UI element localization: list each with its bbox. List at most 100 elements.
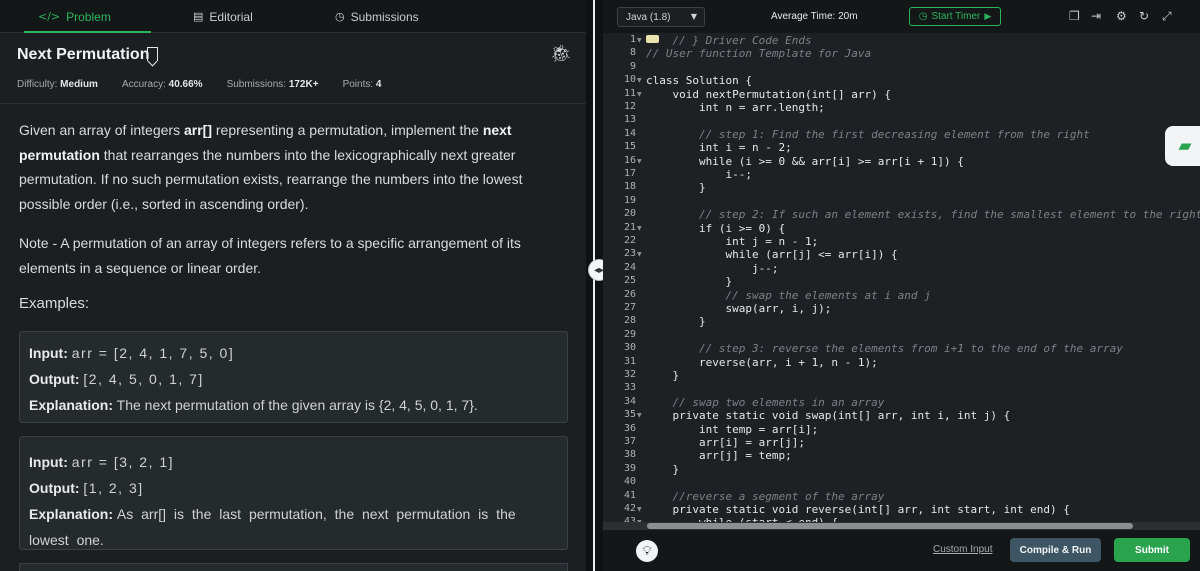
- divider: [0, 103, 586, 104]
- line-number: 33: [623, 382, 636, 394]
- panel-splitter[interactable]: [586, 0, 603, 571]
- submissions-count: Submissions: 172K+: [226, 79, 319, 90]
- line-number: 8: [629, 47, 636, 59]
- line-number: 23: [623, 248, 636, 260]
- line-number: 37: [623, 436, 636, 447]
- line-number: 24: [623, 261, 636, 273]
- line-number: 26: [623, 288, 636, 300]
- line-number: 19: [623, 194, 636, 206]
- line-number: 18: [623, 181, 636, 193]
- line-number: 25: [623, 275, 636, 287]
- lightbulb-icon[interactable]: 💡︎: [636, 540, 658, 562]
- code-line: // step 2: If such an element exists, fi…: [646, 208, 1200, 222]
- line-number: 10: [623, 74, 636, 86]
- line-number: 42: [623, 503, 636, 514]
- line-number: 36: [623, 422, 636, 434]
- horizontal-scrollbar[interactable]: [603, 522, 1200, 530]
- play-icon: ▶: [984, 11, 992, 22]
- document-icon: ▤: [193, 10, 204, 23]
- problem-meta: Difficulty: Medium Accuracy: 40.66% Subm…: [17, 79, 405, 90]
- page-title: Next Permutation: [17, 46, 150, 63]
- line-number: 21: [623, 221, 636, 233]
- chat-button[interactable]: ▰: [1165, 126, 1200, 166]
- line-number: 32: [623, 369, 636, 380]
- line-number: 40: [623, 476, 636, 488]
- export-icon[interactable]: ⇥: [1091, 9, 1101, 23]
- example-input: Input: arr = [2, 4, 1, 7, 5, 0]: [29, 345, 235, 361]
- compile-run-button[interactable]: Compile & Run: [1010, 538, 1101, 562]
- line-number: 28: [623, 315, 636, 327]
- fold-toggle-icon[interactable]: ▼: [637, 506, 642, 513]
- line-number: 27: [623, 302, 636, 313]
- examples-heading: Examples:: [19, 295, 90, 312]
- tab-label: Editorial: [209, 9, 253, 24]
- line-number: 20: [623, 208, 636, 220]
- line-number: 1: [629, 34, 636, 45]
- code-editor[interactable]: 1 ▼ 8 9 10 ▼ 11 ▼ 12 13 14 15 16 ▼ 17 18 19 20 21 ▼ 22 23 ▼ 24 2…: [603, 33, 1200, 523]
- code-line: // swap two elements in an array: [646, 395, 885, 409]
- line-number: 9: [629, 60, 636, 72]
- code-line: j--;: [646, 261, 779, 275]
- tab-editorial[interactable]: ▤ Editorial: [193, 0, 253, 33]
- code-line: i--;: [646, 168, 752, 181]
- code-line: void nextPermutation(int[] arr) {: [646, 87, 892, 101]
- example-output: Output: [1, 2, 3]: [29, 480, 144, 496]
- start-timer-button[interactable]: ◷ Start Timer ▶: [909, 7, 1001, 26]
- example-box: [19, 563, 568, 571]
- code-line: private static void swap(int[] arr, int …: [646, 409, 1011, 423]
- fold-toggle-icon[interactable]: ▼: [637, 158, 642, 165]
- bookmark-icon[interactable]: [147, 47, 158, 61]
- code-line: }: [646, 275, 733, 289]
- language-select[interactable]: Java (1.8) ▼: [617, 7, 705, 27]
- gear-icon[interactable]: ⚙: [1116, 9, 1127, 23]
- chat-icon: ▰: [1178, 136, 1192, 156]
- code-line: //reverse a segment of the array: [646, 489, 885, 503]
- code-line: swap(arr, i, j);: [646, 302, 832, 315]
- bug-icon[interactable]: 🐞︎: [550, 44, 572, 64]
- submit-button[interactable]: Submit: [1114, 538, 1190, 562]
- custom-input-link[interactable]: Custom Input: [933, 544, 992, 555]
- collapsed-code-marker[interactable]: [646, 35, 659, 43]
- accuracy: Accuracy: 40.66%: [121, 79, 203, 90]
- fold-toggle-icon[interactable]: ▼: [637, 225, 642, 232]
- fold-toggle-icon[interactable]: ▼: [637, 37, 642, 44]
- line-number: 39: [623, 462, 636, 474]
- example-output: Output: [2, 4, 5, 0, 1, 7]: [29, 371, 204, 387]
- fullscreen-icon[interactable]: ⤢: [1162, 9, 1172, 24]
- tab-submissions[interactable]: ◷ Submissions: [335, 0, 419, 33]
- fold-toggle-icon[interactable]: ▼: [637, 77, 642, 84]
- problem-note: Note - A permutation of an array of inte…: [19, 235, 521, 276]
- reset-icon[interactable]: ↻: [1139, 9, 1149, 23]
- line-number: 34: [623, 395, 636, 407]
- code-line: }: [646, 462, 680, 476]
- line-number: 35: [623, 409, 636, 421]
- points: Points: 4: [342, 79, 382, 90]
- line-number: 22: [623, 235, 636, 246]
- tab-label: Problem: [66, 9, 111, 24]
- fold-toggle-icon[interactable]: ▼: [637, 251, 642, 258]
- line-number: 29: [623, 328, 636, 340]
- code-line: // User function Template for Java: [646, 47, 872, 61]
- code-line: while (arr[j] <= arr[i]) {: [646, 248, 898, 262]
- tab-problem[interactable]: </> Problem: [24, 0, 151, 33]
- fold-toggle-icon[interactable]: ▼: [637, 412, 642, 419]
- example-explanation: Explanation: As arr[] is the last permut…: [29, 506, 516, 548]
- difficulty: Difficulty: Medium: [17, 79, 98, 90]
- fold-toggle-icon[interactable]: ▼: [637, 91, 642, 98]
- problem-description: Given an array of integers arr[] represe…: [19, 122, 523, 212]
- code-line: while (i >= 0 && arr[i] >= arr[i + 1]) {: [646, 154, 964, 168]
- code-line: if (i >= 0) {: [646, 221, 786, 235]
- scrollbar-thumb[interactable]: [647, 523, 1133, 529]
- line-number: 12: [623, 101, 636, 112]
- copy-icon[interactable]: ❐: [1069, 9, 1080, 23]
- code-line: arr[j] = temp;: [646, 449, 792, 463]
- example-box: Input: arr = [3, 2, 1] Output: [1, 2, 3]…: [19, 436, 568, 550]
- code-line: // swap the elements at i and j: [646, 288, 931, 302]
- code-line: int j = n - 1;: [646, 235, 819, 248]
- code-line: }: [646, 181, 706, 195]
- clock-icon: ◷: [335, 10, 345, 23]
- problem-panel: </> Problem ▤ Editorial ◷ Submissions Ne…: [0, 0, 586, 571]
- editor-actions: 💡︎ Custom Input Compile & Run Submit: [603, 530, 1200, 571]
- code-line: // } Driver Code Ends: [646, 34, 812, 47]
- line-number: 41: [623, 489, 636, 501]
